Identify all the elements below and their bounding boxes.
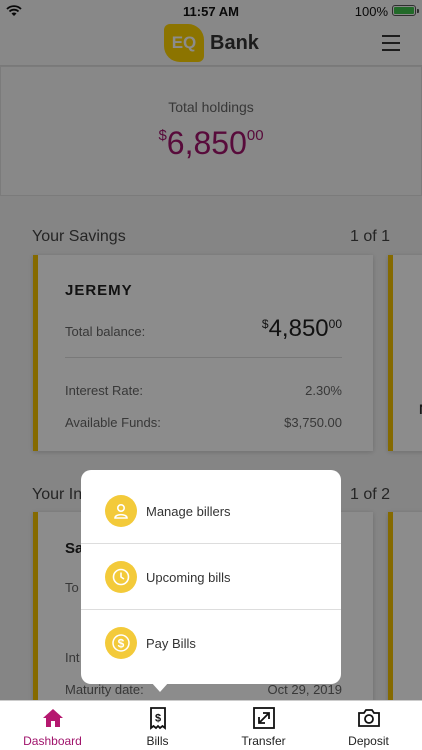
tab-label: Deposit (348, 734, 389, 748)
tab-bills[interactable]: $ Bills (105, 701, 210, 750)
menu-item-label: Pay Bills (146, 635, 196, 651)
bills-popup-menu: Manage billers Upcoming bills $ Pay Bill… (81, 470, 341, 692)
clock-icon (105, 561, 137, 593)
transfer-icon (253, 707, 275, 729)
tab-label: Bills (146, 734, 169, 748)
bottom-tab-bar: Dashboard $ Bills Transfer Deposit (0, 700, 422, 750)
menu-item-upcoming-bills[interactable]: Upcoming bills (81, 544, 341, 610)
tab-dashboard[interactable]: Dashboard (0, 701, 105, 750)
person-icon (105, 495, 137, 527)
tab-transfer[interactable]: Transfer (211, 701, 316, 750)
camera-icon (358, 709, 380, 727)
menu-item-pay-bills[interactable]: $ Pay Bills (81, 610, 341, 676)
tab-label: Transfer (241, 734, 286, 748)
menu-item-label: Manage billers (146, 503, 231, 519)
tab-deposit[interactable]: Deposit (316, 701, 421, 750)
receipt-icon: $ (150, 707, 166, 730)
svg-text:$: $ (118, 637, 125, 651)
dollar-icon: $ (105, 627, 137, 659)
svg-text:$: $ (155, 713, 161, 725)
tab-label: Dashboard (23, 734, 82, 748)
popup-pointer (151, 682, 169, 692)
home-icon (43, 709, 63, 727)
menu-item-manage-billers[interactable]: Manage billers (81, 478, 341, 544)
menu-item-label: Upcoming bills (146, 569, 231, 585)
